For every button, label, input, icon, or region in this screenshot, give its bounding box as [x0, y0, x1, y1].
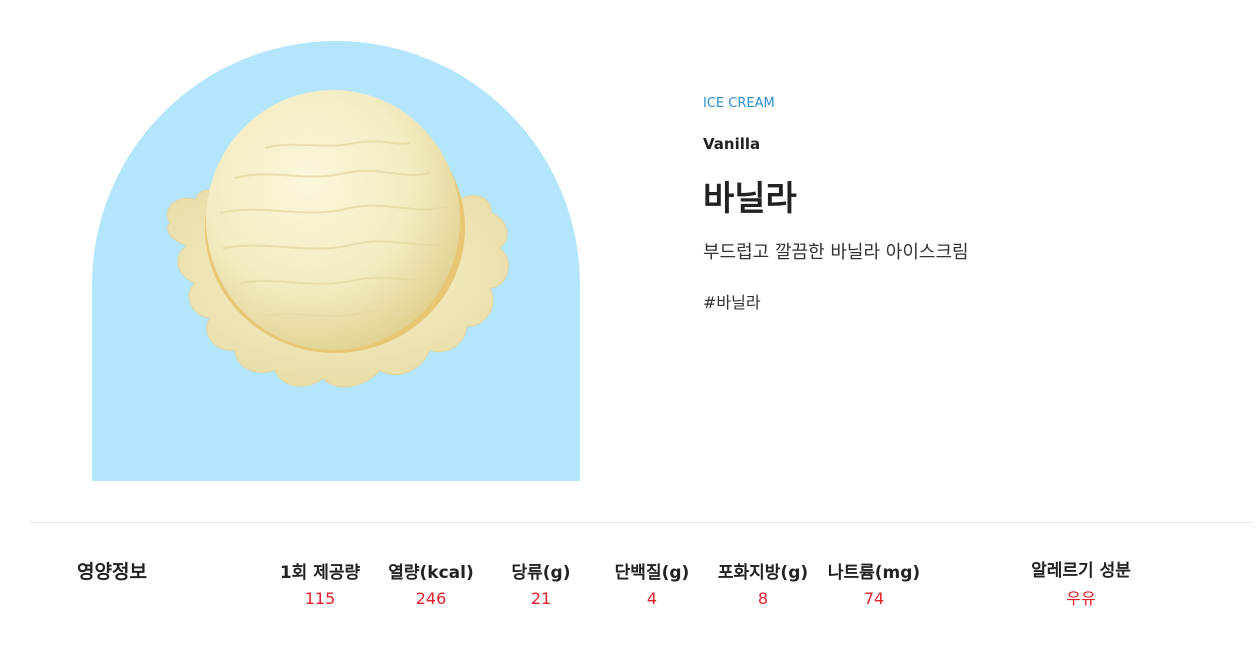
- section-divider: [30, 522, 1252, 523]
- product-name-english: Vanilla: [703, 135, 761, 153]
- allergy-info: 알레르기 성분 우유: [1006, 556, 1156, 609]
- product-description: 부드럽고 깔끔한 바닐라 아이스크림: [703, 242, 969, 263]
- nutrition-title: 영양정보: [77, 561, 147, 583]
- product-hashtag[interactable]: #바닐라: [703, 289, 761, 313]
- nutrition-value: 74: [863, 589, 885, 608]
- nutrition-header: 나트륨(mg): [827, 563, 921, 583]
- vanilla-scoop-image: [167, 90, 509, 388]
- allergy-value: 우유: [1066, 589, 1096, 608]
- nutrition-sodium: 나트륨(mg) 74: [809, 558, 939, 608]
- product-name-korean: 바닐라: [703, 179, 797, 219]
- allergy-header: 알레르기 성분: [1031, 561, 1131, 581]
- product-category: ICE CREAM: [703, 96, 775, 111]
